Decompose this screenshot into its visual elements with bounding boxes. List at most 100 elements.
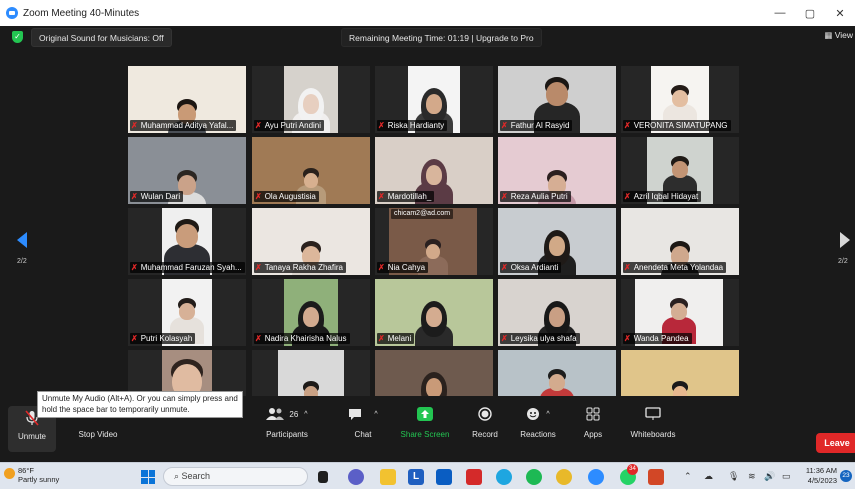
teams-chat-icon[interactable] xyxy=(348,469,364,485)
participant-tile[interactable]: ✗ Mardotillah_ xyxy=(375,137,493,204)
onedrive-cloud-icon[interactable]: ☁ xyxy=(704,471,713,482)
minimize-button[interactable]: — xyxy=(765,7,795,20)
weather-desc: Partly sunny xyxy=(18,475,60,484)
chat-caret-icon[interactable]: ^ xyxy=(374,411,377,418)
participants-caret-icon[interactable]: ^ xyxy=(304,411,307,418)
prev-page-arrow-icon[interactable] xyxy=(15,231,29,249)
page-indicator-right: 2/2 xyxy=(838,258,848,265)
close-button[interactable]: ✕ xyxy=(825,7,855,20)
participant-name: Tanaya Rakha Zhafira xyxy=(264,263,343,272)
weather-temp: 86°F xyxy=(18,466,34,475)
participant-tile[interactable]: ✗ Oksa Ardianti xyxy=(498,208,616,275)
record-button[interactable]: Record xyxy=(464,404,506,439)
muted-mic-icon: ✗ xyxy=(131,263,138,272)
muted-mic-icon: ✗ xyxy=(624,263,631,272)
spotify-icon[interactable] xyxy=(526,469,542,485)
encryption-shield-icon[interactable]: ✓ xyxy=(12,31,23,43)
participant-name-bar: ✗ Fathur Al Rasyid xyxy=(500,120,573,131)
leave-button[interactable]: Leave xyxy=(816,433,855,453)
participant-name: Melani xyxy=(387,334,412,343)
participant-tile[interactable]: ✗ Wulan Dari xyxy=(128,137,246,204)
remaining-time-banner[interactable]: Remaining Meeting Time: 01:19 | Upgrade … xyxy=(341,28,542,47)
participants-button[interactable]: 26 ^ Participants xyxy=(258,404,316,439)
participant-name-bar: ✗ Oksa Ardianti xyxy=(500,262,562,273)
battery-icon[interactable]: ▭ xyxy=(782,471,791,482)
participant-tile[interactable]: ✗ Muhammad Aditya Yafal... xyxy=(128,66,246,133)
tray-chevron-icon[interactable]: ⌃ xyxy=(684,471,692,482)
view-button[interactable]: ▦ View xyxy=(824,30,853,41)
participant-tile[interactable]: ✗ Anendeta Meta Yolandaa xyxy=(621,208,739,275)
window-title: Zoom Meeting 40-Minutes xyxy=(23,7,140,19)
chat-label: Chat xyxy=(354,430,372,439)
microphone-tray-icon[interactable]: 🎙 xyxy=(728,471,739,482)
apps-button[interactable]: Apps xyxy=(576,404,610,439)
participant-tile[interactable]: ✗ Tanaya Rakha Zhafira xyxy=(252,208,370,275)
windows-start-icon[interactable] xyxy=(141,470,155,484)
participant-tile[interactable]: chicam2@ad.com ✗ Nia Cahya xyxy=(375,208,493,275)
participant-tile[interactable]: ✗ Putri Kolasyah xyxy=(128,279,246,346)
participant-name: Wulan Dari xyxy=(140,192,181,201)
muted-mic-icon: ✗ xyxy=(255,334,262,343)
stop-video-button[interactable]: Stop Video xyxy=(72,430,124,439)
weather-widget[interactable]: 86°F Partly sunny xyxy=(18,466,59,484)
participant-name: Muhammad Aditya Yafal... xyxy=(140,121,234,130)
participant-name: Fathur Al Rasyid xyxy=(510,121,570,130)
reactions-button[interactable]: ^ Reactions xyxy=(514,404,562,439)
mail-icon[interactable] xyxy=(436,469,452,485)
zoom-logo-icon xyxy=(6,7,18,19)
muted-mic-icon: ✗ xyxy=(255,263,262,272)
meeting-topbar: ✓ Original Sound for Musicians: Off Rema… xyxy=(0,26,855,50)
whiteboard-icon xyxy=(624,404,682,424)
task-view-icon[interactable] xyxy=(318,471,328,483)
whiteboards-button[interactable]: Whiteboards xyxy=(624,404,682,439)
participant-name: Wanda Pandea xyxy=(633,334,689,343)
participant-tile[interactable]: ✗ Fathur Al Rasyid xyxy=(498,66,616,133)
mcafee-icon[interactable] xyxy=(466,469,482,485)
share-screen-button[interactable]: Share Screen xyxy=(396,404,454,439)
participant-tile[interactable]: ✗ Wanda Pandea xyxy=(621,279,739,346)
chat-button[interactable]: ^ Chat xyxy=(344,404,382,439)
participant-name-bar: ✗ Melani xyxy=(377,333,415,344)
notification-badge[interactable]: 23 xyxy=(840,470,852,482)
participant-name-bar: ✗ Ola Augustisia xyxy=(254,191,319,202)
volume-icon[interactable]: 🔊 xyxy=(764,471,775,482)
participant-tile[interactable]: ✗ Melani xyxy=(375,279,493,346)
zoom-taskbar-icon[interactable] xyxy=(588,469,604,485)
participant-tile[interactable]: ✗ Azril Iqbal Hidayat xyxy=(621,137,739,204)
participant-name-bar: ✗ Riska Hardianty xyxy=(377,120,448,131)
muted-mic-icon: ✗ xyxy=(131,192,138,201)
video-watermark: chicam2@ad.com xyxy=(391,209,454,219)
participant-tile[interactable]: ✗ Muhammad Faruzan Syah... xyxy=(128,208,246,275)
muted-mic-icon: ✗ xyxy=(255,121,262,130)
chrome-browser-icon[interactable] xyxy=(556,469,572,485)
muted-mic-icon: ✗ xyxy=(624,121,631,130)
grid-view-icon: ▦ xyxy=(824,30,835,40)
participant-tile[interactable]: ✗ Riska Hardianty xyxy=(375,66,493,133)
stop-video-label: Stop Video xyxy=(78,430,118,439)
muted-mic-icon: ✗ xyxy=(378,263,385,272)
reactions-caret-icon[interactable]: ^ xyxy=(546,411,549,418)
original-sound-toggle[interactable]: Original Sound for Musicians: Off xyxy=(31,28,172,47)
app-l-icon[interactable]: L xyxy=(408,469,424,485)
taskbar-clock[interactable]: 11:36 AM 4/5/2023 xyxy=(803,466,837,486)
participant-tile[interactable]: ✗ Nadira Khairisha Nalus xyxy=(252,279,370,346)
participant-tile[interactable]: ✗ Ola Augustisia xyxy=(252,137,370,204)
clock-time: 11:36 AM xyxy=(805,466,837,475)
weather-sun-icon[interactable] xyxy=(4,468,15,479)
clock-date: 4/5/2023 xyxy=(807,476,837,485)
file-explorer-icon[interactable] xyxy=(380,469,396,485)
participant-tile[interactable]: ✗ Reza Aulia Putri xyxy=(498,137,616,204)
participant-tile[interactable]: ✗ Ayu Putri Andini xyxy=(252,66,370,133)
muted-mic-icon: ✗ xyxy=(131,334,138,343)
participants-icon: 26 ^ xyxy=(258,404,316,424)
next-page-arrow-icon[interactable] xyxy=(838,231,852,249)
edge-browser-icon[interactable] xyxy=(496,469,512,485)
participant-tile[interactable]: ✗ Leysika ulya shafa xyxy=(498,279,616,346)
participant-tile[interactable]: ✗ VERONITA SIMATUPANG xyxy=(621,66,739,133)
powerpoint-icon[interactable] xyxy=(648,469,664,485)
taskbar-search[interactable]: ⌕ Search xyxy=(163,467,308,486)
wifi-icon[interactable]: ≋ xyxy=(748,471,756,482)
participant-name: Oksa Ardianti xyxy=(510,263,559,272)
maximize-button[interactable]: ▢ xyxy=(795,7,825,20)
participant-name-bar: ✗ Muhammad Faruzan Syah... xyxy=(130,262,245,273)
